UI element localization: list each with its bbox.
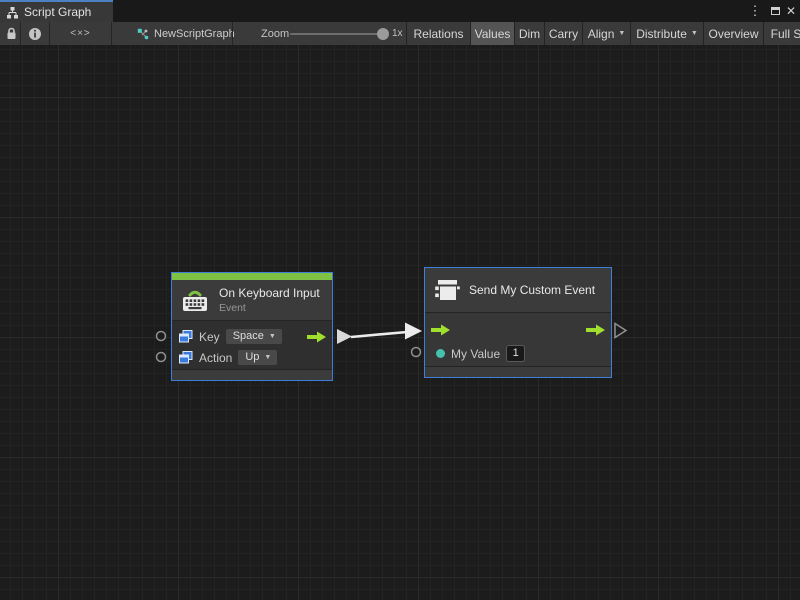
fullscreen-button[interactable]: Full S <box>763 22 800 45</box>
dim-label: Dim <box>519 27 540 41</box>
script-graph-window: Script Graph ⋮ ✕ <×> <box>0 0 800 600</box>
relations-label: Relations <box>413 27 463 41</box>
close-button[interactable]: ✕ <box>783 0 799 22</box>
event-green-bar <box>172 273 332 280</box>
script-graph-icon <box>6 6 19 19</box>
my-value-field[interactable]: 1 <box>506 345 525 362</box>
action-dropdown-value: Up <box>245 351 259 363</box>
distribute-button[interactable]: Distribute ▼ <box>630 22 703 45</box>
node-footer <box>425 366 611 377</box>
code-view-button[interactable]: <×> <box>50 22 111 45</box>
flow-port-row <box>425 318 611 342</box>
relations-button[interactable]: Relations <box>406 22 470 45</box>
key-port-row: Key Space ▼ <box>172 326 332 347</box>
value-port-dot-icon[interactable] <box>436 349 445 358</box>
custom-event-icon <box>433 278 460 302</box>
carry-button[interactable]: Carry <box>544 22 582 45</box>
flow-input-arrow-icon[interactable] <box>431 324 451 336</box>
graph-asset-icon <box>136 27 149 40</box>
zoom-slider-handle[interactable] <box>377 28 389 40</box>
info-button[interactable] <box>21 22 49 45</box>
my-value-port-row: My Value 1 <box>425 342 611 365</box>
toolbar-separator <box>232 22 233 45</box>
chevron-down-icon: ▼ <box>618 30 625 37</box>
graph-name: NewScriptGraph <box>154 28 235 40</box>
my-value-label: My Value <box>451 347 500 361</box>
dim-button[interactable]: Dim <box>514 22 544 45</box>
flow-output-arrow-icon[interactable] <box>307 331 327 343</box>
node-subtitle: Event <box>219 302 320 314</box>
lock-icon <box>6 27 17 40</box>
info-icon <box>28 27 42 41</box>
close-icon: ✕ <box>786 4 796 18</box>
node-body: My Value 1 <box>425 312 611 366</box>
fullscreen-label: Full S <box>771 27 800 41</box>
overview-button[interactable]: Overview <box>703 22 763 45</box>
enum-window-icon <box>179 351 193 364</box>
flow-output-arrow-icon[interactable] <box>586 324 606 336</box>
code-icon: <×> <box>70 28 91 39</box>
key-dropdown[interactable]: Space ▼ <box>226 329 282 344</box>
tab-title: Script Graph <box>24 5 91 19</box>
window-menu-button[interactable]: ⋮ <box>748 0 762 22</box>
chevron-down-icon: ▼ <box>269 333 276 340</box>
node-header[interactable]: On Keyboard Input Event <box>172 280 332 320</box>
kebab-icon: ⋮ <box>749 3 762 19</box>
action-dropdown[interactable]: Up ▼ <box>238 350 277 365</box>
tab-bar: Script Graph ⋮ ✕ <box>0 0 800 22</box>
zoom-slider-track[interactable] <box>290 33 379 35</box>
node-on-keyboard-input[interactable]: On Keyboard Input Event Key Space ▼ <box>171 272 333 381</box>
overview-label: Overview <box>708 27 758 41</box>
lock-button[interactable] <box>2 22 20 45</box>
action-label: Action <box>199 351 232 365</box>
node-title: Send My Custom Event <box>469 283 595 297</box>
maximize-icon <box>771 7 780 15</box>
align-button[interactable]: Align ▼ <box>582 22 630 45</box>
node-send-my-custom-event[interactable]: Send My Custom Event My Value 1 <box>424 267 612 378</box>
graph-toolbar: <×> NewScriptGraph Zoom 1x Relations Val… <box>0 22 800 46</box>
node-body: Key Space ▼ Action Up <box>172 320 332 369</box>
key-dropdown-value: Space <box>233 330 264 342</box>
tab-script-graph[interactable]: Script Graph <box>0 0 113 22</box>
node-header[interactable]: Send My Custom Event <box>425 268 611 312</box>
key-label: Key <box>199 330 220 344</box>
graph-canvas[interactable] <box>0 45 800 600</box>
action-port-row: Action Up ▼ <box>172 347 332 368</box>
zoom-label: Zoom <box>261 22 289 45</box>
maximize-button[interactable] <box>767 0 783 22</box>
distribute-label: Distribute <box>636 27 687 41</box>
node-footer <box>172 369 332 380</box>
enum-window-icon <box>179 330 193 343</box>
toolbar-separator <box>111 22 112 45</box>
align-label: Align <box>588 27 615 41</box>
carry-label: Carry <box>549 27 578 41</box>
node-title: On Keyboard Input <box>219 286 320 300</box>
values-label: Values <box>475 27 511 41</box>
chevron-down-icon: ▼ <box>691 30 698 37</box>
breadcrumb[interactable]: NewScriptGraph <box>136 22 235 45</box>
keyboard-icon <box>180 287 210 313</box>
values-button[interactable]: Values <box>470 22 514 45</box>
chevron-down-icon: ▼ <box>264 354 271 361</box>
toolbar-buttons: Relations Values Dim Carry Align ▼ Distr… <box>406 22 800 45</box>
zoom-level: 1x <box>392 22 403 45</box>
